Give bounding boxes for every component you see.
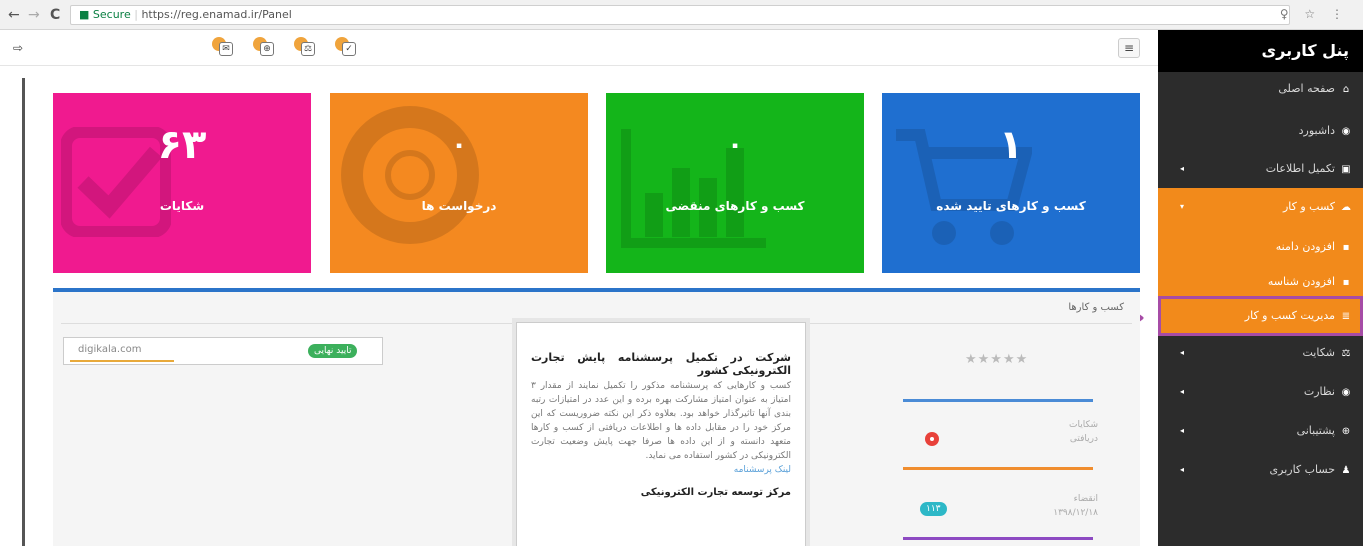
divider-orange: [903, 467, 1093, 470]
plus-square-icon: ▪: [1342, 242, 1350, 253]
stat-card-expired[interactable]: ۰ کسب و کارهای منقضی: [606, 93, 864, 273]
sidebar-item-add-id[interactable]: ▪ افزودن شناسه: [1158, 268, 1363, 296]
sidebar-item-label: مدیریت کسب و کار: [1244, 309, 1335, 322]
menu-toggle-button[interactable]: ≡: [1118, 38, 1140, 58]
chevron-down-icon: ▾: [1180, 202, 1185, 211]
messages-icon[interactable]: ✉: [212, 37, 234, 59]
stat-card-complaints[interactable]: ۶۳ شکایات: [53, 93, 311, 273]
eye-icon: ◉: [1341, 387, 1351, 398]
lifebuoy-icon: ⊕: [1341, 426, 1351, 437]
sidebar-item-add-domain[interactable]: ▪ افزودن دامنه: [1158, 226, 1363, 268]
progress-underline: [70, 360, 174, 362]
sidebar-item-label: کسب و کار: [1282, 200, 1335, 213]
complaints-dot-icon: [925, 432, 939, 446]
reload-icon[interactable]: C: [50, 7, 60, 23]
home-icon: ⌂: [1342, 84, 1350, 95]
sidebar-item-label: داشبورد: [1298, 124, 1335, 137]
url-text: https://reg.enamad.ir/Panel: [141, 8, 292, 21]
lock-icon: ■: [79, 8, 90, 21]
sidebar-item-label: نظارت: [1303, 385, 1335, 398]
stat-label: درخواست ها: [421, 199, 497, 213]
top-toolbar: ⇨ ✉ ⊕ ⚖ ✓ ≡: [0, 30, 1158, 66]
stat-value: ۶۳: [157, 122, 207, 168]
sidebar-item-label: افزودن دامنه: [1275, 240, 1335, 253]
stat-label: کسب و کارهای تایید شده: [936, 199, 1086, 213]
complaints-label: شکایات دریافتی: [1069, 420, 1098, 444]
domain-tag[interactable]: digikala.com تایید نهایی: [63, 337, 383, 365]
sidebar-title: پنل کاربری: [1158, 30, 1363, 72]
stat-value: ۱: [998, 122, 1024, 168]
chevron-left-icon: ◂: [1180, 465, 1185, 474]
panel-title: کسب و کارها: [1068, 302, 1124, 313]
support-icon[interactable]: ⊕: [253, 37, 275, 59]
count-badge: ۱۱۳: [920, 502, 947, 516]
stat-card-requests[interactable]: ۰ درخواست ها: [330, 93, 588, 273]
user-icon: ♟: [1341, 465, 1351, 476]
dashboard-icon: ◉: [1341, 126, 1351, 137]
sidebar-item-complaint[interactable]: ⚖ شکایت ◂: [1158, 336, 1363, 370]
cloud-icon: ☁: [1341, 202, 1351, 213]
id-card-icon: ▣: [1341, 164, 1351, 175]
sidebar-item-label: حساب کاربری: [1269, 463, 1335, 476]
notice-body: کسب و کارهایی که پرسشنامه مذکور را تکمیل…: [531, 381, 791, 461]
notice-footer: مرکز توسعه تجارت الکترونیکی: [640, 487, 791, 498]
divider-blue: [903, 399, 1093, 402]
notice-title: شرکت در تکمیل پرسشنامه پایش تجارت الکترو…: [531, 351, 791, 377]
stat-label: کسب و کارهای منقضی: [665, 199, 805, 213]
chevron-left-icon: ◂: [1180, 164, 1185, 173]
status-badge: تایید نهایی: [308, 344, 358, 358]
business-panel: کسب و کارها digikala.com تایید نهایی شرک…: [53, 288, 1140, 546]
forward-icon[interactable]: →: [28, 7, 40, 23]
sidebar-item-manage-business[interactable]: ≣ مدیریت کسب و کار: [1158, 296, 1363, 336]
sidebar-item-complete-info[interactable]: ▣ تکمیل اطلاعات ◂: [1158, 152, 1363, 186]
sidebar-item-label: تکمیل اطلاعات: [1265, 162, 1335, 175]
plus-square-icon: ▪: [1342, 277, 1350, 288]
stat-value: ۰: [451, 130, 467, 160]
sidebar: پنل کاربری ⌂ صفحه اصلی ◉ داشبورد ▣ تکمیل اط…: [1158, 30, 1363, 546]
stat-label: شکایات: [159, 199, 205, 213]
sidebar-item-label: شکایت: [1302, 346, 1335, 359]
chevron-left-icon: ◂: [1180, 426, 1185, 435]
back-icon[interactable]: ←: [8, 7, 20, 23]
sidebar-item-dashboard[interactable]: ◉ داشبورد: [1158, 114, 1363, 148]
sidebar-item-support[interactable]: ⊕ پشتیبانی ◂: [1158, 414, 1363, 448]
scale-icon: ⚖: [1341, 348, 1351, 359]
sidebar-item-label: پشتیبانی: [1296, 424, 1335, 437]
tasks-icon[interactable]: ✓: [335, 37, 357, 59]
chevron-left-icon: ◂: [1180, 387, 1185, 396]
browser-bar: ← → C ■ Secure | https://reg.enamad.ir/P…: [0, 0, 1363, 30]
sidebar-item-label: افزودن شناسه: [1267, 275, 1335, 288]
sidebar-item-account[interactable]: ♟ حساب کاربری ◂: [1158, 453, 1363, 487]
sidebar-item-home[interactable]: ⌂ صفحه اصلی: [1158, 72, 1363, 106]
survey-notice: شرکت در تکمیل پرسشنامه پایش تجارت الکترو…: [516, 322, 806, 546]
stat-value: ۰: [727, 130, 743, 160]
exit-icon[interactable]: ⇨: [10, 40, 26, 56]
sidebar-item-monitoring[interactable]: ◉ نظارت ◂: [1158, 375, 1363, 409]
browser-actions[interactable]: ♀ ☆ ⋮: [1280, 7, 1349, 21]
address-bar[interactable]: ■ Secure | https://reg.enamad.ir/Panel: [70, 5, 1290, 25]
list-icon: ≣: [1341, 311, 1351, 322]
survey-link[interactable]: لینک پرسشنامه: [531, 463, 791, 477]
sidebar-item-business[interactable]: ☁ کسب و کار ▾: [1158, 188, 1363, 226]
divider-purple: [903, 537, 1093, 540]
chevron-left-icon: ◂: [1180, 348, 1185, 357]
secure-label: Secure: [92, 8, 131, 21]
stat-card-approved[interactable]: ۱ کسب و کارهای تایید شده: [882, 93, 1140, 273]
main-content: ۶۳ شکایات ۰ درخواست ها ۰ کسب و کارهای من…: [22, 78, 1150, 546]
domain-text: digikala.com: [78, 344, 142, 355]
expiry-label: انقضاء ۱۳۹۸/۱۲/۱۸: [1053, 494, 1098, 518]
sidebar-item-label: صفحه اصلی: [1278, 82, 1335, 95]
complaint-icon[interactable]: ⚖: [294, 37, 316, 59]
rating-stars: ★★★★★: [965, 352, 1029, 367]
